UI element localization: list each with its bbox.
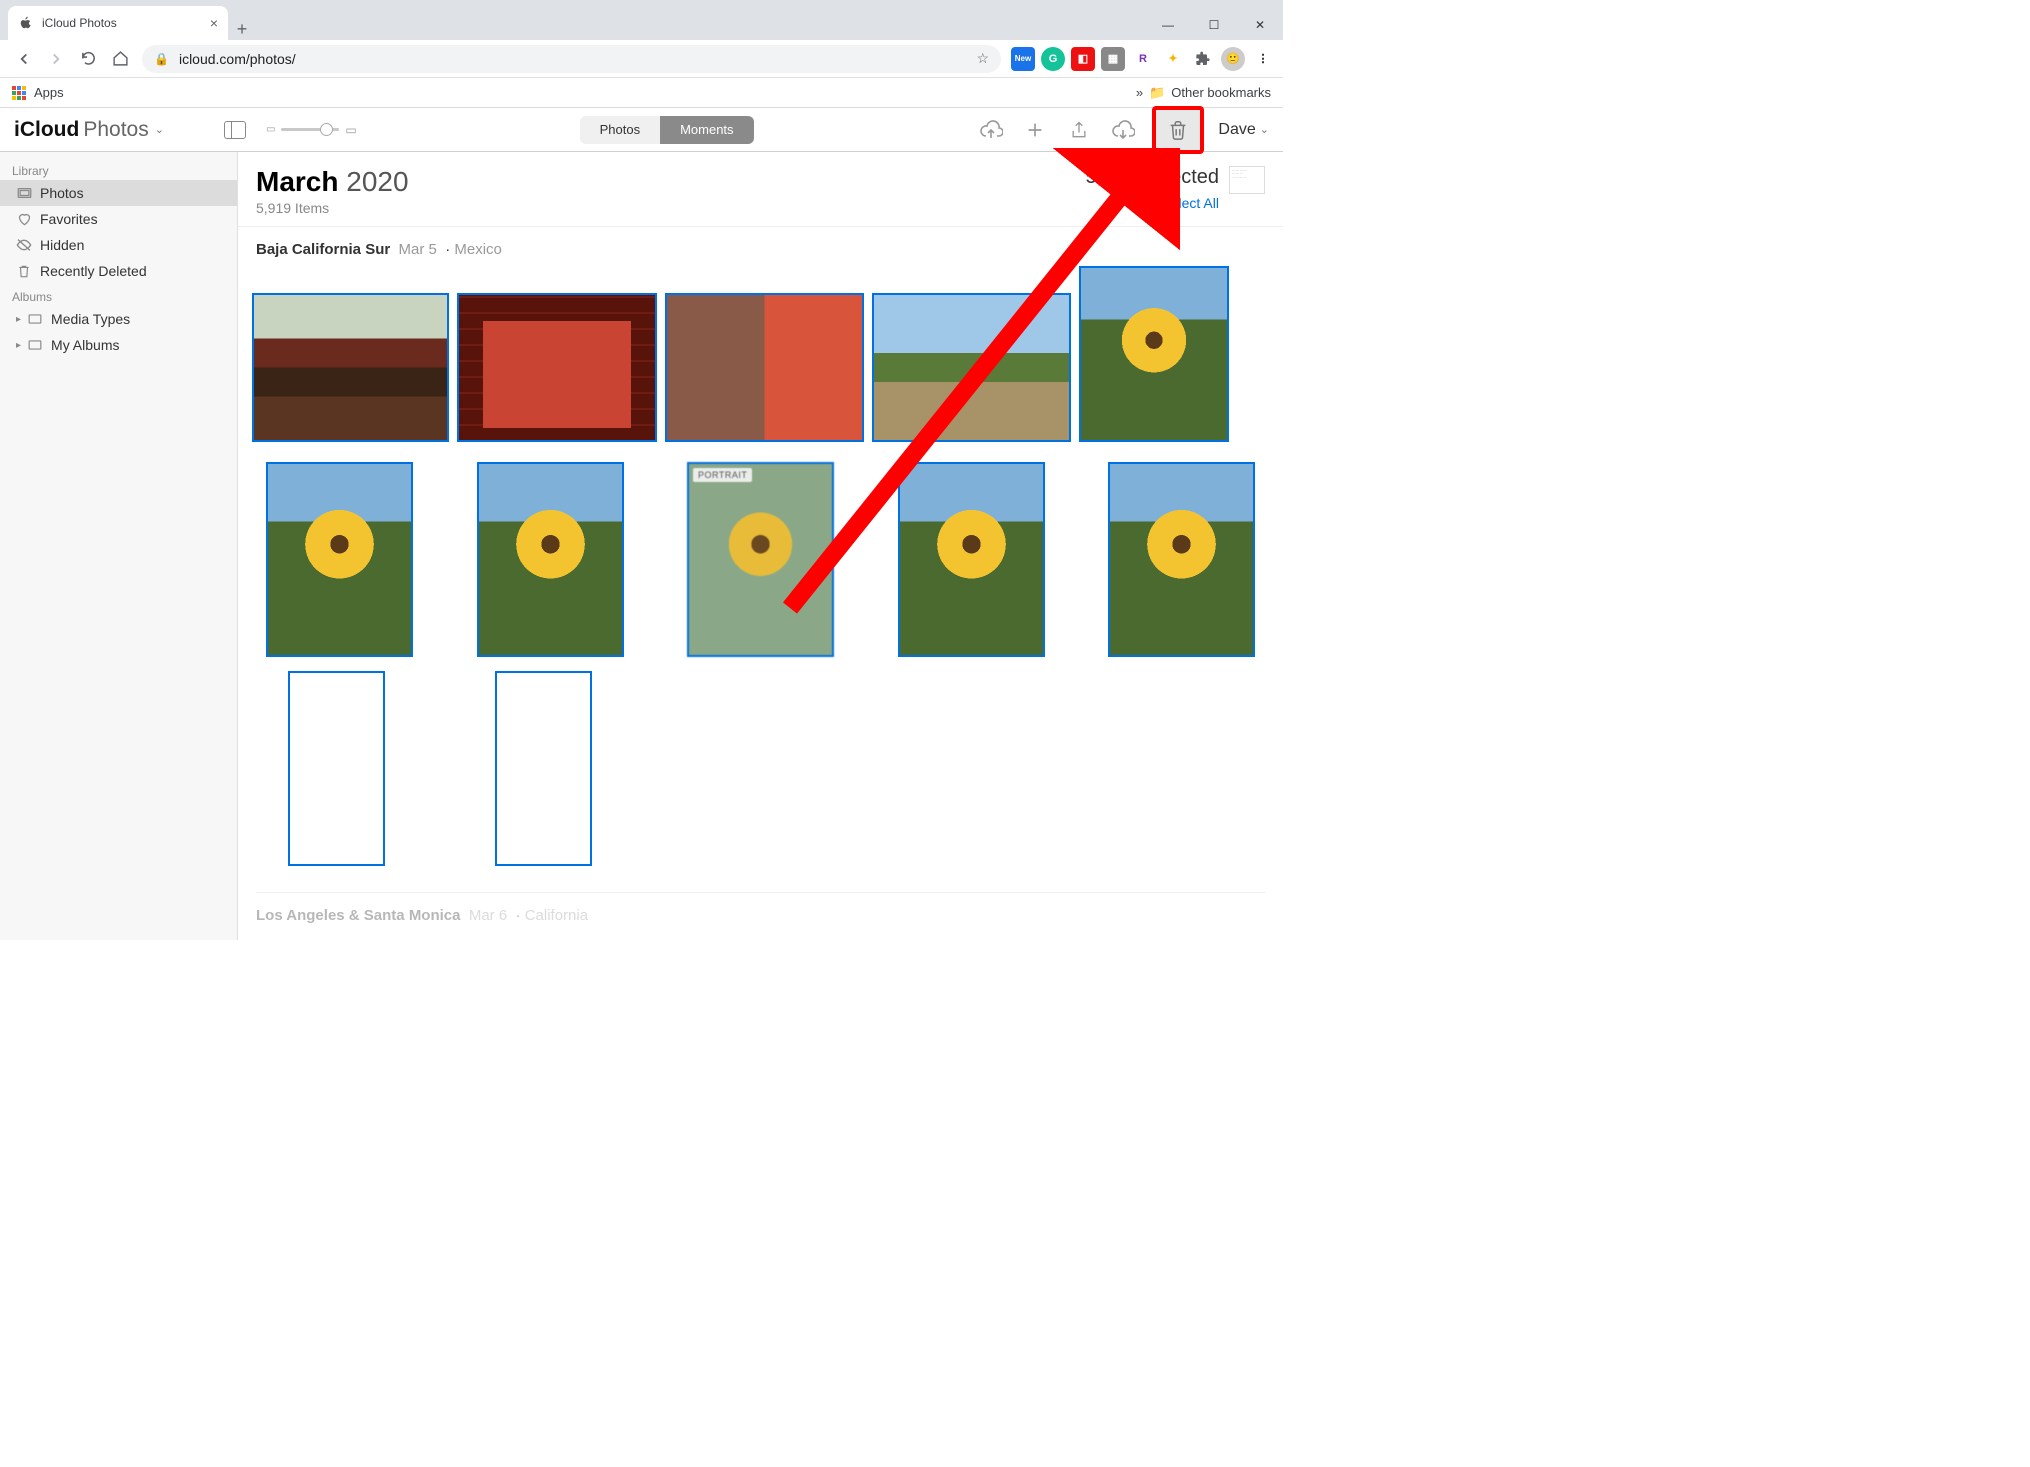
seg-moments[interactable]: Moments [660,116,753,144]
apps-label[interactable]: Apps [34,85,64,100]
page-header: March 2020 5,919 Items 5,919 Selected De… [238,152,1283,227]
deselect-all-button[interactable]: Deselect All [1086,195,1219,211]
ext-new-icon[interactable]: New [1011,47,1035,71]
bookmarks-overflow-icon[interactable]: » [1136,85,1143,100]
ext-honey-icon[interactable]: ✦ [1161,47,1185,71]
sidebar-item-favorites[interactable]: Favorites [0,206,237,232]
user-menu[interactable]: Dave ⌄ [1218,121,1269,139]
items-count: 5,919 Items [256,200,409,216]
content-area: March 2020 5,919 Items 5,919 Selected De… [238,152,1283,940]
photo-grid-row [238,671,1283,886]
minimize-button[interactable]: — [1145,10,1191,40]
share-button[interactable] [1064,115,1094,145]
browser-tab-strip: iCloud Photos × + — ☐ ✕ [0,0,1283,40]
close-window-button[interactable]: ✕ [1237,10,1283,40]
photo-sunflower-5[interactable] [1108,462,1255,657]
extension-icons: New G ◧ ▦ R ✦ 🙂 ⋮ [1007,47,1275,71]
apple-favicon-icon [18,15,34,31]
sidebar-item-recently-deleted[interactable]: Recently Deleted [0,258,237,284]
album-icon [27,311,43,327]
star-icon[interactable]: ☆ [976,50,989,67]
photo-brick-arch[interactable] [457,293,657,442]
new-tab-button[interactable]: + [228,19,256,40]
sidebar-item-media-types[interactable]: ▸ Media Types [0,306,237,332]
zoom-out-icon: ▭ [266,124,275,135]
address-bar: 🔒 icloud.com/photos/ ☆ New G ◧ ▦ R ✦ 🙂 ⋮ [0,40,1283,78]
eye-off-icon [16,237,32,253]
apps-shortcut-icon[interactable] [12,86,26,100]
moment-header: Los Angeles & Santa Monica Mar 6 · Calif… [238,893,1283,932]
chevron-down-icon: ⌄ [155,123,164,136]
page-title: March 2020 [256,166,409,198]
window-controls: — ☐ ✕ [1145,10,1283,40]
zoom-in-icon: ▭ [345,123,356,137]
chevron-down-icon: ⌄ [1260,123,1269,136]
photo-sunflower-4[interactable] [898,462,1045,657]
url-text: icloud.com/photos/ [179,51,296,67]
upload-button[interactable] [976,115,1006,145]
maximize-button[interactable]: ☐ [1191,10,1237,40]
sidebar-item-my-albums[interactable]: ▸ My Albums [0,332,237,358]
sidebar-item-photos[interactable]: Photos [0,180,237,206]
photo-grid-row [238,266,1283,462]
document-preview-thumb[interactable]: — — — —— — —— — — — [1229,166,1265,194]
tab-title: iCloud Photos [42,16,117,30]
forward-button[interactable] [40,43,72,75]
chrome-menu-icon[interactable]: ⋮ [1251,47,1275,71]
tab-close-icon[interactable]: × [210,15,218,31]
bookmarks-bar: Apps » 📁 Other bookmarks [0,78,1283,108]
moment-header: Baja California Sur Mar 5 · Mexico [238,227,1283,266]
thumbnail-size-slider[interactable]: ▭ ▭ [266,123,357,137]
heart-icon [16,211,32,227]
photo-sunflower-2[interactable] [266,462,413,657]
ext-pocket-icon[interactable]: ◧ [1071,47,1095,71]
other-bookmarks-label[interactable]: Other bookmarks [1171,85,1271,100]
profile-avatar-icon[interactable]: 🙂 [1221,47,1245,71]
home-button[interactable] [104,43,136,75]
ext-grammarly-icon[interactable]: G [1041,47,1065,71]
selected-count: 5,919 Selected [1086,166,1219,189]
url-input[interactable]: 🔒 icloud.com/photos/ ☆ [142,45,1001,73]
photo-screenshot-messages[interactable] [288,671,385,866]
sidebar-toggle-button[interactable] [224,121,246,139]
sidebar-item-hidden[interactable]: Hidden [0,232,237,258]
icloud-toolbar: iCloud Photos ⌄ ▭ ▭ Photos Moments Dave … [0,108,1283,152]
photo-orchard[interactable] [872,293,1071,442]
sidebar-library-header: Library [0,158,237,180]
photo-screenshot-map[interactable] [495,671,592,866]
ext-r-icon[interactable]: R [1131,47,1155,71]
download-button[interactable] [1108,115,1138,145]
view-segmented-control: Photos Moments [580,116,754,144]
album-icon [27,337,43,353]
lock-icon: 🔒 [154,52,169,66]
portrait-badge: PORTRAIT [693,468,752,482]
photo-sunflower-portrait[interactable]: PORTRAIT [687,462,834,657]
seg-photos[interactable]: Photos [580,116,660,144]
photo-brick-door[interactable] [665,293,864,442]
sidebar: Library Photos Favorites Hidden Recently… [0,152,238,940]
trash-icon [16,263,32,279]
photo-sunflower-1[interactable] [1079,266,1229,442]
sidebar-albums-header: Albums [0,284,237,306]
reload-button[interactable] [72,43,104,75]
photo-sunflower-3[interactable] [477,462,624,657]
photo-grid-row: PORTRAIT [238,462,1283,671]
photo-produce[interactable] [252,293,449,442]
extensions-menu-icon[interactable] [1191,47,1215,71]
back-button[interactable] [8,43,40,75]
disclosure-triangle-icon[interactable]: ▸ [16,314,21,325]
disclosure-triangle-icon[interactable]: ▸ [16,340,21,351]
browser-tab[interactable]: iCloud Photos × [8,6,228,40]
add-button[interactable] [1020,115,1050,145]
photos-icon [16,185,32,201]
folder-icon: 📁 [1149,85,1165,101]
app-title[interactable]: iCloud Photos ⌄ [14,118,164,142]
delete-button[interactable] [1152,106,1204,154]
ext-grey-icon[interactable]: ▦ [1101,47,1125,71]
